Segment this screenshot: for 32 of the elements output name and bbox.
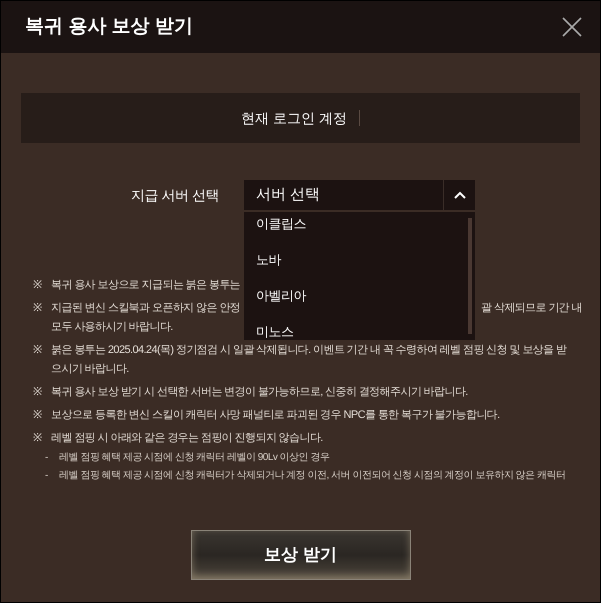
note-mark: ※ <box>33 301 43 316</box>
server-option[interactable]: 이클립스 <box>256 212 475 235</box>
close-icon <box>561 16 583 38</box>
claim-reward-button[interactable]: 보상 받기 <box>190 530 410 580</box>
account-label: 현재 로그인 계정 <box>241 108 347 128</box>
server-dropdown[interactable]: 서버 선택 <box>244 180 475 210</box>
note-text: 레벨 점핑 시 아래와 같은 경우는 점핑이 진행되지 않습니다. <box>51 431 324 446</box>
note-text: 복귀 용사 보상 받기 시 선택한 서버는 변경이 불가능하므로, 신중히 결정해주시기 바랍니다. <box>51 385 469 400</box>
note-mark: ※ <box>33 408 43 423</box>
note-mark: ※ <box>33 385 43 400</box>
dialog-title: 복귀 용사 보상 받기 <box>25 14 193 39</box>
note-text: 모두 사용하시기 바랍니다. <box>51 320 173 335</box>
note-text: 괄 삭제되므로 기간 내 <box>481 301 582 316</box>
note-text: 지급된 변신 스킬북과 오픈하지 않은 안정 <box>51 301 240 316</box>
server-label: 지급 서버 선택 <box>131 186 220 204</box>
scrollbar-thumb[interactable] <box>468 218 472 334</box>
dash-mark: - <box>45 451 49 465</box>
server-option[interactable]: 노바 <box>256 248 475 271</box>
dash-mark: - <box>45 469 49 483</box>
note-text: 레벨 점핑 혜택 제공 시점에 신청 캐릭터가 삭제되거나 계정 이전, 서버 이전되어 신청 시점의 계정이 보유하지 않은 캐릭터 <box>59 469 567 483</box>
server-option[interactable]: 아벨리아 <box>256 284 475 307</box>
server-option[interactable]: 미노스 <box>256 320 475 340</box>
note-mark: ※ <box>33 343 43 358</box>
close-button[interactable] <box>560 15 584 39</box>
note-text: 보상으로 등록한 변신 스킬이 캐릭터 사망 패널티로 파괴된 경우 NPC를 통한 복구가 불가능합니다. <box>51 408 501 423</box>
note-mark: ※ <box>33 278 43 293</box>
dropdown-value: 서버 선택 <box>255 184 322 205</box>
caret-icon <box>454 191 466 199</box>
note-text: 붉은 봉투는 2025.04.24(목) 정기점검 시 일괄 삭제됩니다. 이벤트 기간 내 꼭 수령하여 레벨 점핑 신청 및 보상을 받으시기 바랍니다. <box>51 343 568 377</box>
note-mark: ※ <box>33 431 43 446</box>
note-text: 복귀 용사 보상으로 지급되는 붉은 봉투는 <box>51 278 240 293</box>
note-text: 레벨 점핑 혜택 제공 시점에 신청 캐릭터 레벨이 90Lv 이상인 경우 <box>59 451 330 465</box>
